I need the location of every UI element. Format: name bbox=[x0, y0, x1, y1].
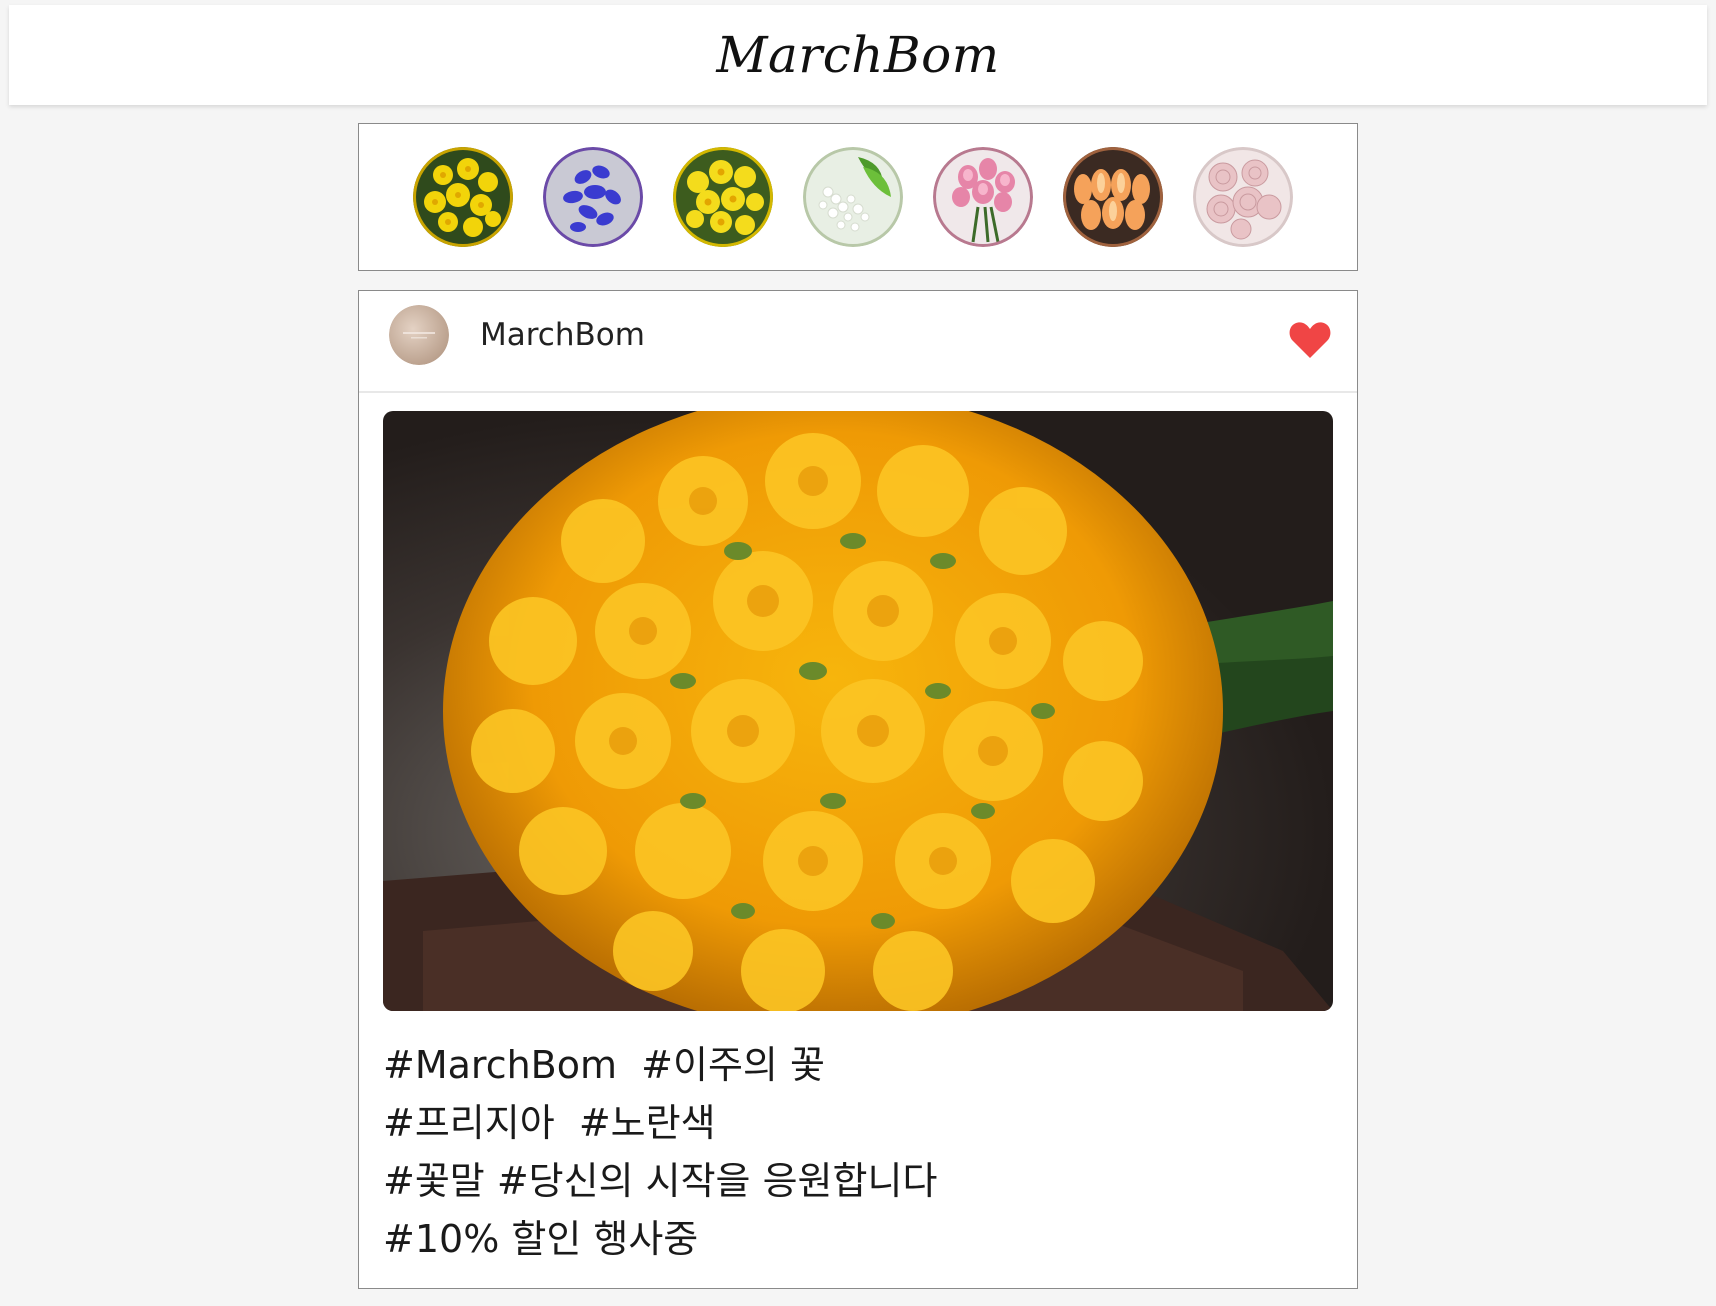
delphinium-story-icon bbox=[543, 147, 643, 247]
heart-icon bbox=[1289, 322, 1331, 358]
like-button[interactable] bbox=[1289, 321, 1331, 359]
story-5[interactable] bbox=[933, 147, 1033, 247]
white-flower-story-icon bbox=[803, 147, 903, 247]
lisianthus-story-icon bbox=[933, 147, 1033, 247]
story-2[interactable] bbox=[543, 147, 643, 247]
daffodil-story-icon bbox=[413, 147, 513, 247]
stories-bar bbox=[358, 123, 1358, 271]
avatar[interactable] bbox=[389, 305, 449, 365]
caption-line: #프리지아 #노란색 bbox=[383, 1101, 716, 1145]
brand-avatar-icon bbox=[389, 305, 449, 365]
story-6[interactable] bbox=[1063, 147, 1163, 247]
caption-line: #10% 할인 행사중 bbox=[383, 1217, 699, 1261]
story-3[interactable] bbox=[673, 147, 773, 247]
post-caption: #MarchBom #이주의 꽃 #프리지아 #노란색 #꽃말 #당신의 시작을… bbox=[383, 1036, 1333, 1268]
tulip-story-icon bbox=[1063, 147, 1163, 247]
ranunculus-story-icon bbox=[1193, 147, 1293, 247]
story-1[interactable] bbox=[413, 147, 513, 247]
story-4[interactable] bbox=[803, 147, 903, 247]
post-photo[interactable] bbox=[383, 411, 1333, 1011]
freesia-bouquet-image bbox=[383, 411, 1333, 1011]
feed-post: MarchBom #MarchBom #이주의 꽃 #프리지아 #노란색 #꽃말… bbox=[358, 290, 1358, 1289]
story-7[interactable] bbox=[1193, 147, 1293, 247]
page: MarchBom MarchBom #MarchBom #이주의 꽃 #프리지아… bbox=[0, 0, 1716, 1306]
caption-line: #꽃말 #당신의 시작을 응원합니다 bbox=[383, 1159, 938, 1203]
narcissus-story-icon bbox=[673, 147, 773, 247]
brand-logo-text[interactable]: MarchBom bbox=[716, 26, 999, 84]
top-header: MarchBom bbox=[9, 5, 1707, 105]
caption-line: #MarchBom #이주의 꽃 bbox=[383, 1043, 825, 1087]
post-username[interactable]: MarchBom bbox=[480, 317, 645, 353]
post-header: MarchBom bbox=[359, 291, 1357, 393]
